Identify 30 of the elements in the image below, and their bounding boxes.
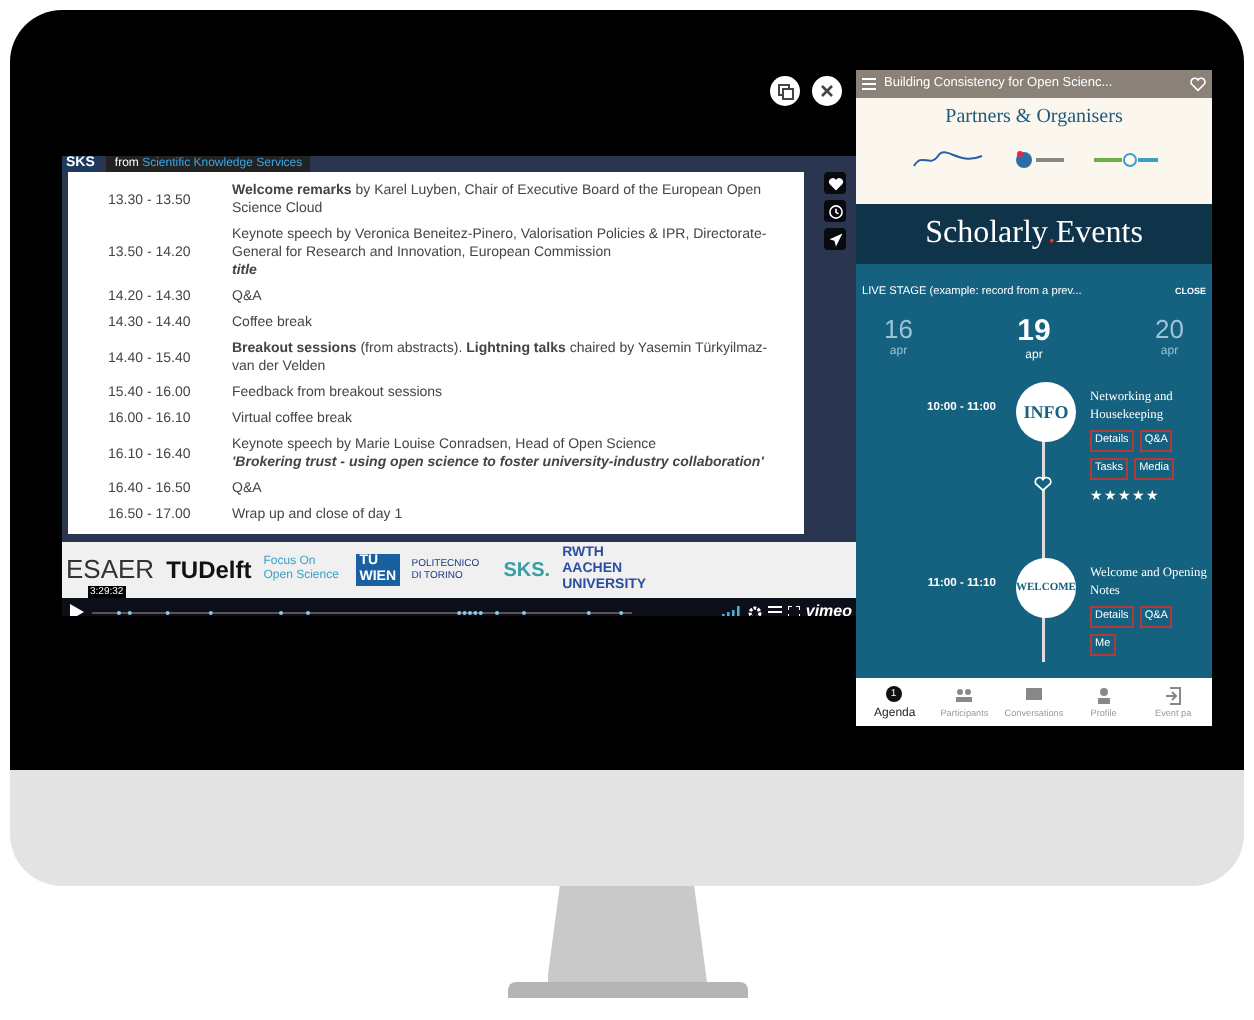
settings-icon[interactable] xyxy=(747,605,762,616)
partner-logo: ESAER xyxy=(66,552,155,587)
partner-logo-drawing xyxy=(910,150,986,170)
popout-icon xyxy=(777,83,793,99)
clock-button[interactable] xyxy=(824,200,846,222)
play-button[interactable] xyxy=(66,602,86,616)
nav-icon xyxy=(1163,685,1184,706)
partner-logo: SKS. xyxy=(503,557,551,585)
volume-icon[interactable] xyxy=(721,606,742,616)
close-button[interactable] xyxy=(812,76,842,106)
partner-logo: TUDelft xyxy=(166,554,252,588)
close-icon xyxy=(820,84,834,98)
fullscreen-icon[interactable] xyxy=(787,606,800,616)
list-icon[interactable] xyxy=(767,606,782,616)
nav-icon xyxy=(954,685,975,706)
partner-logo-drawing xyxy=(1094,152,1158,168)
partner-logo-drawing xyxy=(1014,150,1066,170)
brand-logo: vimeo xyxy=(805,604,852,616)
nav-icon xyxy=(884,683,905,704)
partners-heading: Partners & Organisers xyxy=(945,104,1123,132)
nav-icon xyxy=(1093,685,1114,706)
heart-icon[interactable] xyxy=(1190,76,1206,92)
heart-icon[interactable] xyxy=(1034,476,1052,493)
scholarly-events-banner: Scholarly.Events xyxy=(856,204,1212,264)
menu-icon[interactable] xyxy=(862,78,876,90)
send-button[interactable] xyxy=(824,228,846,250)
like-heart-button[interactable] xyxy=(824,172,846,194)
nav-icon xyxy=(1023,685,1044,706)
event-badge: INFO xyxy=(1016,382,1076,443)
popout-button[interactable] xyxy=(770,76,800,106)
